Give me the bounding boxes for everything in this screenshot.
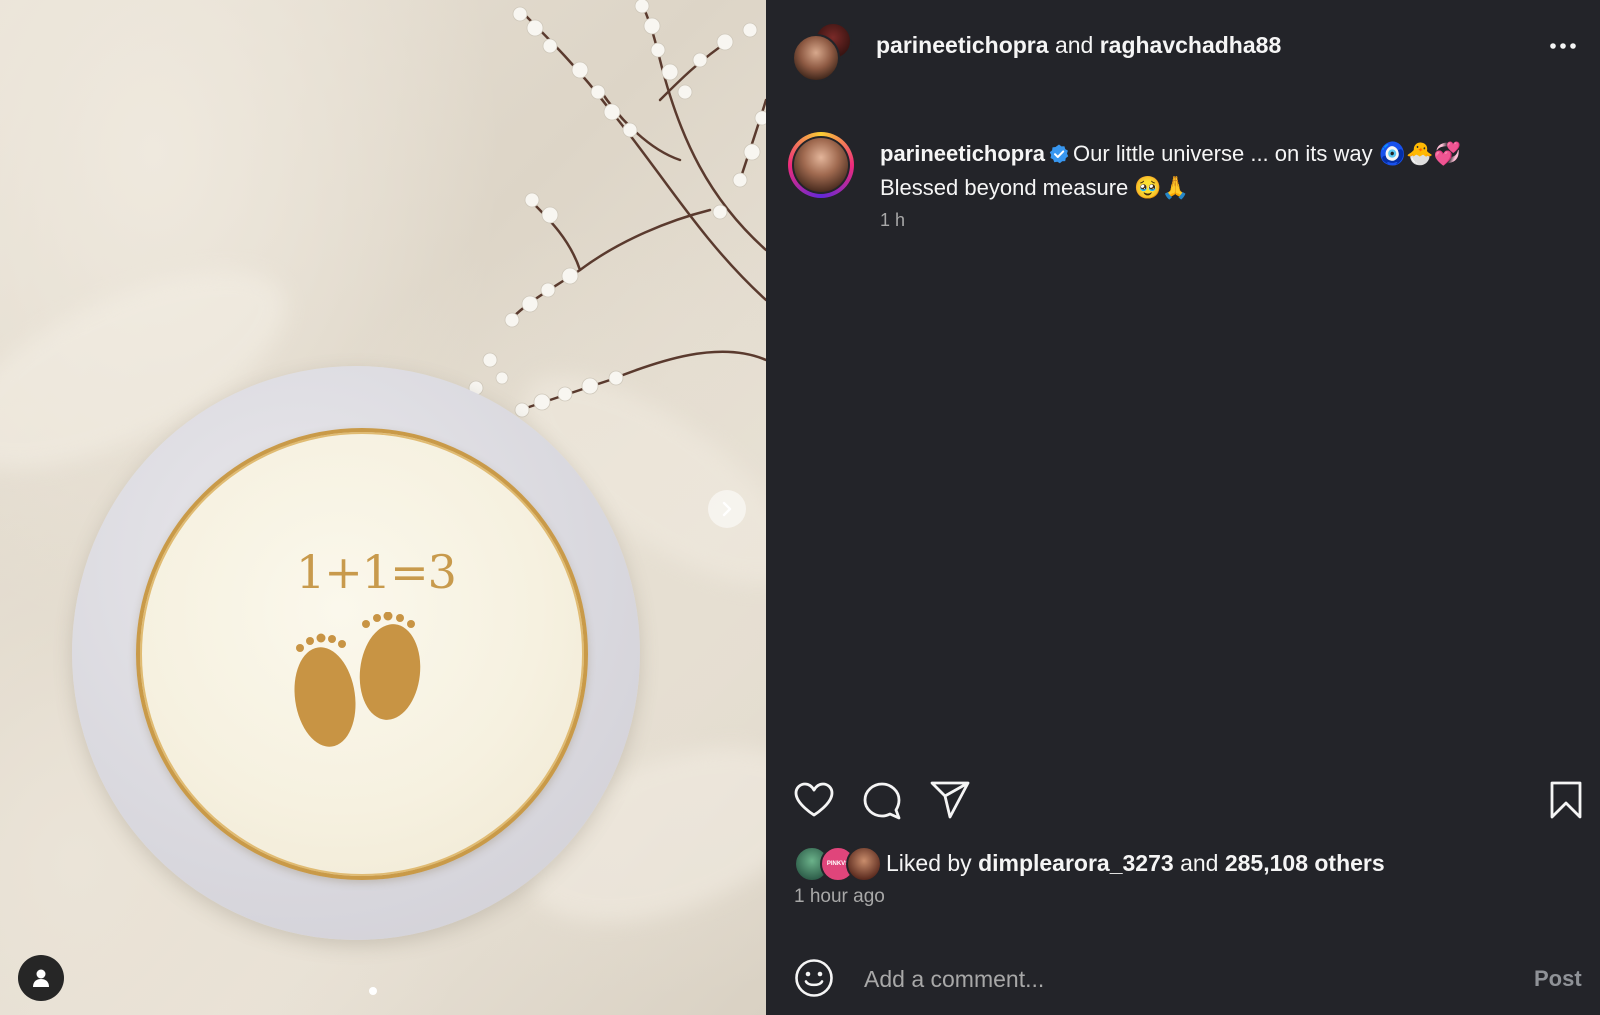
author-link[interactable]: raghavchadha88 xyxy=(1100,32,1282,58)
likes-joiner: and xyxy=(1180,850,1219,876)
story-ring-avatar[interactable] xyxy=(788,132,854,198)
collab-avatars[interactable] xyxy=(792,22,852,82)
save-button[interactable] xyxy=(1544,778,1588,822)
liker-link[interactable]: dimplearora_3273 xyxy=(978,850,1174,876)
emoji-button[interactable] xyxy=(792,956,836,1000)
share-button[interactable] xyxy=(928,778,972,822)
carousel-indicator xyxy=(369,987,377,995)
post-header: parineetichopra and raghavchadha88 xyxy=(766,0,1600,92)
next-photo-button[interactable] xyxy=(708,490,746,528)
avatar xyxy=(792,34,840,82)
post-comment-button[interactable]: Post xyxy=(1534,966,1582,992)
avatar xyxy=(794,138,848,192)
share-icon xyxy=(930,781,970,819)
author-link[interactable]: parineetichopra xyxy=(876,32,1049,58)
comment-input[interactable] xyxy=(862,958,1486,1000)
comment-button[interactable] xyxy=(860,778,904,822)
likes-text: Liked by dimplearora_3273 and 285,108 ot… xyxy=(886,850,1385,877)
likes-count-link[interactable]: 285,108 others xyxy=(1225,850,1385,876)
chevron-right-icon xyxy=(722,501,732,517)
tagged-users-button[interactable] xyxy=(18,955,64,1001)
more-options-icon xyxy=(1550,43,1576,49)
post-media[interactable]: 1+1=3 xyxy=(0,0,766,1015)
likes-prefix: Liked by xyxy=(886,850,972,876)
avatar xyxy=(846,846,882,882)
post-authors: parineetichopra and raghavchadha88 xyxy=(876,32,1281,59)
cake-text: 1+1=3 xyxy=(296,545,457,599)
likes-summary: PINKVS Liked by dimplearora_3273 and 285… xyxy=(794,846,1584,882)
emoji-icon xyxy=(795,959,833,997)
post-actions xyxy=(766,770,1600,830)
author-joiner: and xyxy=(1054,32,1094,58)
caption-text: parineetichopra Our little universe ... o… xyxy=(880,138,1570,203)
like-button[interactable] xyxy=(792,778,836,822)
comment-bar: Post xyxy=(766,948,1600,1008)
post-details-panel: parineetichopra and raghavchadha88 parin… xyxy=(766,0,1600,1015)
heart-icon xyxy=(794,782,834,817)
bookmark-icon xyxy=(1550,781,1582,819)
comment-icon xyxy=(863,782,901,820)
caption-username[interactable]: parineetichopra xyxy=(880,141,1045,166)
more-options-button[interactable] xyxy=(1548,34,1578,58)
caption-line: Our little universe ... on its way 🧿🐣💞 xyxy=(1073,141,1461,166)
caption-timestamp[interactable]: 1 h xyxy=(880,210,905,231)
baby-footprints xyxy=(294,612,421,747)
user-icon xyxy=(33,969,49,987)
post-time-ago[interactable]: 1 hour ago xyxy=(794,886,885,908)
caption-line: Blessed beyond measure 🥹🙏 xyxy=(880,175,1190,200)
verified-icon xyxy=(1049,141,1069,172)
